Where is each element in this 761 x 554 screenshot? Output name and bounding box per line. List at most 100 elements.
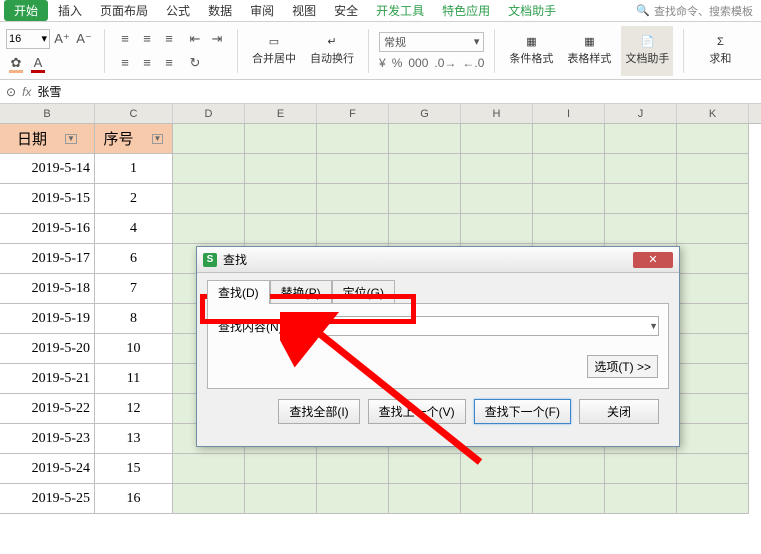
find-prev-button[interactable]: 查找上一个(V) — [368, 399, 466, 424]
menu-devtools[interactable]: 开发工具 — [368, 0, 432, 21]
seq-cell[interactable]: 1 — [95, 154, 173, 184]
cell[interactable] — [677, 394, 749, 424]
cell[interactable] — [317, 214, 389, 244]
seq-cell[interactable]: 2 — [95, 184, 173, 214]
align-bot-icon[interactable]: ≡ — [159, 29, 179, 49]
date-cell[interactable]: 2019-5-25 — [0, 484, 95, 514]
col-header-C[interactable]: C — [95, 104, 173, 123]
comma-icon[interactable]: 000 — [408, 56, 428, 70]
dec-dec-icon[interactable]: ←.0 — [462, 56, 484, 70]
header-date[interactable]: 日期▼ — [0, 124, 95, 154]
filter-icon[interactable]: ▼ — [152, 134, 164, 144]
cell[interactable] — [677, 184, 749, 214]
fill-color-icon[interactable]: ✿ — [6, 53, 26, 73]
dec-inc-icon[interactable]: .0→ — [434, 56, 456, 70]
col-header-F[interactable]: F — [317, 104, 389, 123]
col-header-D[interactable]: D — [173, 104, 245, 123]
seq-cell[interactable]: 4 — [95, 214, 173, 244]
doc-helper-button[interactable]: 📄 文档助手 — [621, 26, 673, 76]
cell[interactable] — [389, 154, 461, 184]
cell[interactable] — [605, 454, 677, 484]
date-cell[interactable]: 2019-5-23 — [0, 424, 95, 454]
menu-pagelayout[interactable]: 页面布局 — [92, 0, 156, 21]
cell[interactable] — [461, 124, 533, 154]
find-input[interactable] — [292, 316, 659, 336]
menu-special[interactable]: 特色应用 — [434, 0, 498, 21]
cell[interactable] — [317, 184, 389, 214]
align-left-icon[interactable]: ≡ — [115, 53, 135, 73]
cell[interactable] — [605, 184, 677, 214]
cell[interactable] — [605, 124, 677, 154]
seq-cell[interactable]: 13 — [95, 424, 173, 454]
menu-security[interactable]: 安全 — [326, 0, 366, 21]
align-top-icon[interactable]: ≡ — [115, 29, 135, 49]
date-cell[interactable]: 2019-5-17 — [0, 244, 95, 274]
seq-cell[interactable]: 11 — [95, 364, 173, 394]
cell[interactable] — [245, 154, 317, 184]
orientation-icon[interactable]: ↻ — [185, 53, 205, 73]
cell[interactable] — [533, 484, 605, 514]
col-header-E[interactable]: E — [245, 104, 317, 123]
cell[interactable] — [461, 214, 533, 244]
col-header-H[interactable]: H — [461, 104, 533, 123]
cell[interactable] — [677, 154, 749, 184]
cell[interactable] — [461, 154, 533, 184]
indent-dec-icon[interactable]: ⇤ — [185, 29, 205, 49]
cell[interactable] — [245, 124, 317, 154]
cell[interactable] — [389, 214, 461, 244]
formula-input[interactable] — [37, 85, 755, 99]
cell[interactable] — [317, 484, 389, 514]
cell[interactable] — [461, 454, 533, 484]
date-cell[interactable]: 2019-5-22 — [0, 394, 95, 424]
cell[interactable] — [533, 124, 605, 154]
seq-cell[interactable]: 12 — [95, 394, 173, 424]
cell[interactable] — [677, 454, 749, 484]
cell[interactable] — [245, 214, 317, 244]
cell[interactable] — [533, 184, 605, 214]
date-cell[interactable]: 2019-5-24 — [0, 454, 95, 484]
cell[interactable] — [173, 154, 245, 184]
number-format-combo[interactable]: 常规▾ — [379, 32, 484, 52]
date-cell[interactable]: 2019-5-19 — [0, 304, 95, 334]
cell[interactable] — [677, 304, 749, 334]
cell[interactable] — [605, 214, 677, 244]
filter-icon[interactable]: ▼ — [65, 134, 77, 144]
seq-cell[interactable]: 10 — [95, 334, 173, 364]
cell[interactable] — [677, 334, 749, 364]
date-cell[interactable]: 2019-5-16 — [0, 214, 95, 244]
cell[interactable] — [173, 124, 245, 154]
date-cell[interactable]: 2019-5-18 — [0, 274, 95, 304]
cell[interactable] — [245, 184, 317, 214]
cell[interactable] — [389, 484, 461, 514]
tab-find[interactable]: 查找(D) — [207, 280, 270, 304]
col-header-K[interactable]: K — [677, 104, 749, 123]
dialog-titlebar[interactable]: S 查找 ✕ — [197, 247, 679, 273]
seq-cell[interactable]: 16 — [95, 484, 173, 514]
align-center-icon[interactable]: ≡ — [137, 53, 157, 73]
menu-review[interactable]: 审阅 — [242, 0, 282, 21]
cell[interactable] — [605, 484, 677, 514]
menu-search[interactable]: 🔍 查找命令、搜索模板 — [636, 3, 761, 19]
cell[interactable] — [677, 364, 749, 394]
cell[interactable] — [677, 244, 749, 274]
cell[interactable] — [317, 124, 389, 154]
cell[interactable] — [173, 454, 245, 484]
seq-cell[interactable]: 7 — [95, 274, 173, 304]
cell[interactable] — [317, 454, 389, 484]
align-right-icon[interactable]: ≡ — [159, 53, 179, 73]
menu-view[interactable]: 视图 — [284, 0, 324, 21]
cell[interactable] — [389, 454, 461, 484]
cell[interactable] — [677, 424, 749, 454]
increase-font-icon[interactable]: A⁺ — [52, 29, 72, 49]
cell[interactable] — [533, 454, 605, 484]
cell[interactable] — [245, 484, 317, 514]
date-cell[interactable]: 2019-5-14 — [0, 154, 95, 184]
find-all-button[interactable]: 查找全部(I) — [278, 399, 359, 424]
cell[interactable] — [317, 154, 389, 184]
seq-cell[interactable]: 6 — [95, 244, 173, 274]
indent-inc-icon[interactable]: ⇥ — [207, 29, 227, 49]
menu-formula[interactable]: 公式 — [158, 0, 198, 21]
date-cell[interactable]: 2019-5-20 — [0, 334, 95, 364]
conditional-format-button[interactable]: ▦ 条件格式 — [505, 26, 557, 76]
date-cell[interactable]: 2019-5-21 — [0, 364, 95, 394]
